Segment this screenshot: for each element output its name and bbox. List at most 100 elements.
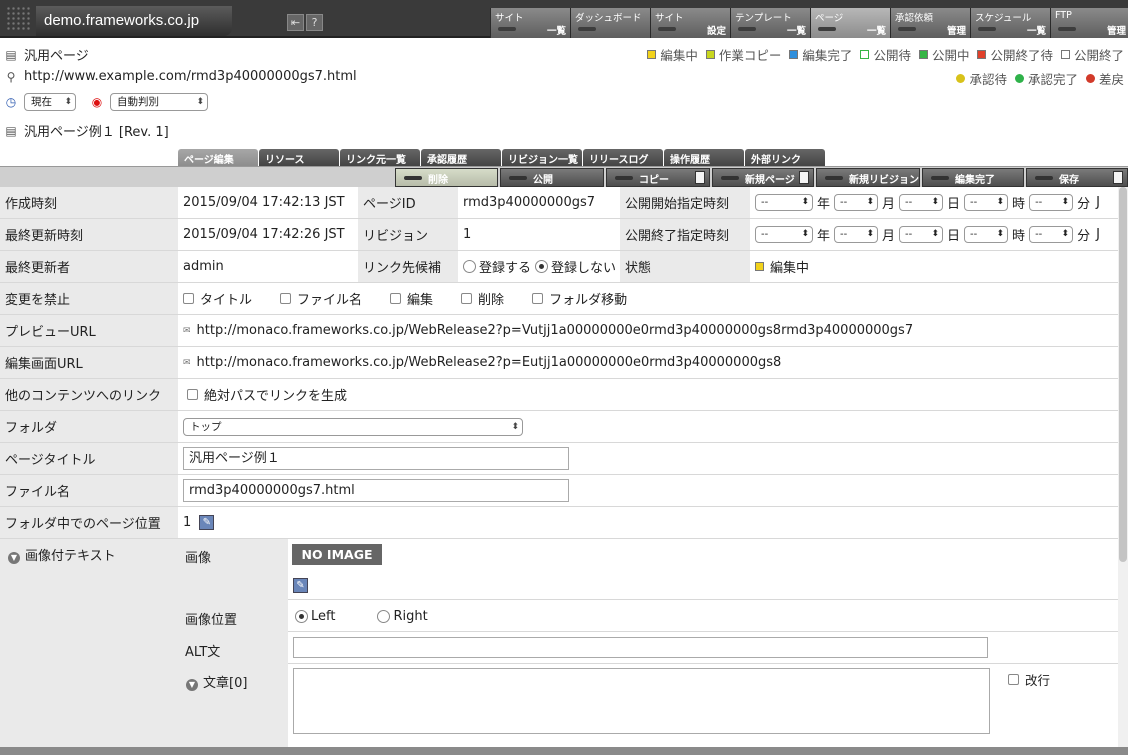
delete-button[interactable]: 削除 <box>395 168 498 187</box>
imgpos-right-radio[interactable] <box>377 610 391 623</box>
pubend-day-select[interactable]: -- <box>899 226 944 243</box>
nav-page-list[interactable]: ページ 一覧 <box>810 8 890 38</box>
nav-dashboard[interactable]: ダッシュボード <box>570 8 650 38</box>
scrollbar[interactable] <box>1118 187 1128 755</box>
tab-page-edit[interactable]: ページ編集 <box>178 149 258 166</box>
pubstart-minute-select[interactable]: -- <box>1029 194 1074 211</box>
publish-button[interactable]: 公開 <box>500 168 604 187</box>
row-preview-url: プレビューURL ✉ http://monaco.frameworks.co.jp… <box>0 315 1118 347</box>
imgtext-label[interactable]: ▼ 画像付テキスト <box>0 539 178 747</box>
newline-checkbox[interactable] <box>1008 674 1019 685</box>
copy-button[interactable]: コピー <box>606 168 710 187</box>
nav-ftp[interactable]: FTP 管理 <box>1050 8 1128 38</box>
pubend-minute-select[interactable]: -- <box>1029 226 1074 243</box>
tab-approval-history[interactable]: 承認履歴 <box>421 149 501 166</box>
approval-wait-icon <box>956 74 966 83</box>
lock-delete-checkbox[interactable] <box>461 293 473 304</box>
new-revision-button[interactable]: 新規リビジョン <box>816 168 920 187</box>
new-page-doc-icon <box>799 171 809 184</box>
lock-filename-checkbox[interactable] <box>280 293 292 304</box>
site-name[interactable]: demo.frameworks.co.jp <box>36 6 232 36</box>
state-label: 状態 <box>620 251 750 282</box>
pageid-label: ページID <box>358 187 458 218</box>
pubend-selects: --年 --月 --日 --時 --分J <box>750 219 1118 250</box>
position-wrench-icon[interactable]: ✎ <box>199 515 215 530</box>
created-label: 作成時刻 <box>0 187 178 218</box>
back-icon[interactable]: ⇤ <box>287 14 304 31</box>
logo-grid-icon[interactable] <box>6 6 32 32</box>
mail-icon: ✉ <box>183 325 191 336</box>
revision-label: リビジョン <box>358 219 458 250</box>
edit-done-button[interactable]: 編集完了 <box>922 168 1024 187</box>
pubstart-hour-select[interactable]: -- <box>964 194 1009 211</box>
row-folder: フォルダ トップ <box>0 411 1118 443</box>
title-input[interactable]: 汎用ページ例１ <box>183 447 569 470</box>
row-updated: 最終更新時刻 2015/09/04 17:42:26 JST リビジョン 1 公… <box>0 219 1118 251</box>
imgpos-left-radio[interactable] <box>295 610 308 623</box>
copy-doc-icon <box>695 171 705 184</box>
pubstart-day-select[interactable]: -- <box>899 194 944 211</box>
tabs: ページ編集 リソース リンク元一覧 承認履歴 リビジョン一覧 リリースログ 操作… <box>178 149 826 166</box>
lock-edit-checkbox[interactable] <box>390 293 402 304</box>
nav-schedule[interactable]: スケジュール 一覧 <box>970 8 1050 38</box>
page-url[interactable]: http://www.example.com/rmd3p40000000gs7.… <box>24 69 357 84</box>
otherlink-label: 他のコンテンツへのリンク <box>0 379 178 410</box>
lock-title-checkbox[interactable] <box>183 293 194 304</box>
image-label: 画像 <box>178 539 288 600</box>
nav-template-list[interactable]: テンプレート 一覧 <box>730 8 810 38</box>
revision-value: 1 <box>463 227 472 242</box>
subrow-alt: ALT文 <box>178 632 1118 664</box>
row-updater: 最終更新者 admin リンク先候補 登録する 登録しない 状態 編集中 <box>0 251 1118 283</box>
status-ended-icon <box>1060 50 1070 59</box>
text-area[interactable] <box>293 668 990 734</box>
pubend-month-select[interactable]: -- <box>834 226 879 243</box>
tab-link-source[interactable]: リンク元一覧 <box>340 149 420 166</box>
time-select[interactable]: 現在 <box>24 93 76 111</box>
pubend-hour-select[interactable]: -- <box>964 226 1009 243</box>
folder-label: フォルダ <box>0 411 178 442</box>
subrow-image: 画像 NO IMAGE ✎ <box>178 539 1118 600</box>
tab-revision-list[interactable]: リビジョン一覧 <box>502 149 582 166</box>
edit-url: ✉ http://monaco.frameworks.co.jp/WebRelea… <box>183 355 782 370</box>
approval-reject-icon <box>1085 74 1095 83</box>
tab-operation-history[interactable]: 操作履歴 <box>664 149 744 166</box>
folder-select[interactable]: トップ <box>183 417 523 436</box>
scroll-thumb[interactable] <box>1119 187 1127 562</box>
status-pubwait-icon <box>860 50 870 59</box>
updated-label: 最終更新時刻 <box>0 219 178 250</box>
pubstart-month-select[interactable]: -- <box>834 194 879 211</box>
tab-release-log[interactable]: リリースログ <box>583 149 663 166</box>
clock-icon: ◷ <box>5 95 17 109</box>
pubstart-selects: --年 --月 --日 --時 --分J <box>750 187 1118 218</box>
image-wrench-icon[interactable]: ✎ <box>293 578 308 593</box>
lock-folder-move-checkbox[interactable] <box>532 293 544 304</box>
tab-external-link[interactable]: 外部リンク <box>745 149 825 166</box>
page-type-icon: ▤ <box>5 47 17 62</box>
new-page-button[interactable]: 新規ページ <box>712 168 814 187</box>
alt-input[interactable] <box>293 637 988 658</box>
editurl-label: 編集画面URL <box>0 347 178 378</box>
help-icon[interactable]: ? <box>306 14 323 31</box>
row-edit-url: 編集画面URL ✉ http://monaco.frameworks.co.jp/… <box>0 347 1118 379</box>
tab-resource[interactable]: リソース <box>259 149 339 166</box>
nav-site-list[interactable]: サイト 一覧 <box>490 8 570 38</box>
abs-path-checkbox[interactable] <box>187 389 198 400</box>
status-workcopy-icon <box>705 50 715 59</box>
filename-input[interactable]: rmd3p40000000gs7.html <box>183 479 569 502</box>
lock-label: 変更を禁止 <box>0 283 178 314</box>
state-editing-icon <box>755 262 764 271</box>
updater-label: 最終更新者 <box>0 251 178 282</box>
text-label[interactable]: ▼ 文章[0] <box>178 664 288 747</box>
save-button[interactable]: 保存 <box>1026 168 1128 187</box>
link-noregister-radio[interactable] <box>535 260 549 273</box>
nav-site-settings[interactable]: サイト 設定 <box>650 8 730 38</box>
footer-bar <box>0 747 1128 755</box>
pubstart-year-select[interactable]: -- <box>755 194 813 211</box>
link-register-radio[interactable] <box>463 260 476 273</box>
preview-url: ✉ http://monaco.frameworks.co.jp/WebRelea… <box>183 323 914 338</box>
pubend-year-select[interactable]: -- <box>755 226 813 243</box>
target-icon: ◉ <box>91 95 103 109</box>
judge-select[interactable]: 自動判別 <box>110 93 208 111</box>
nav-approval[interactable]: 承認依頼 管理 <box>890 8 970 38</box>
updater-value: admin <box>183 259 224 274</box>
